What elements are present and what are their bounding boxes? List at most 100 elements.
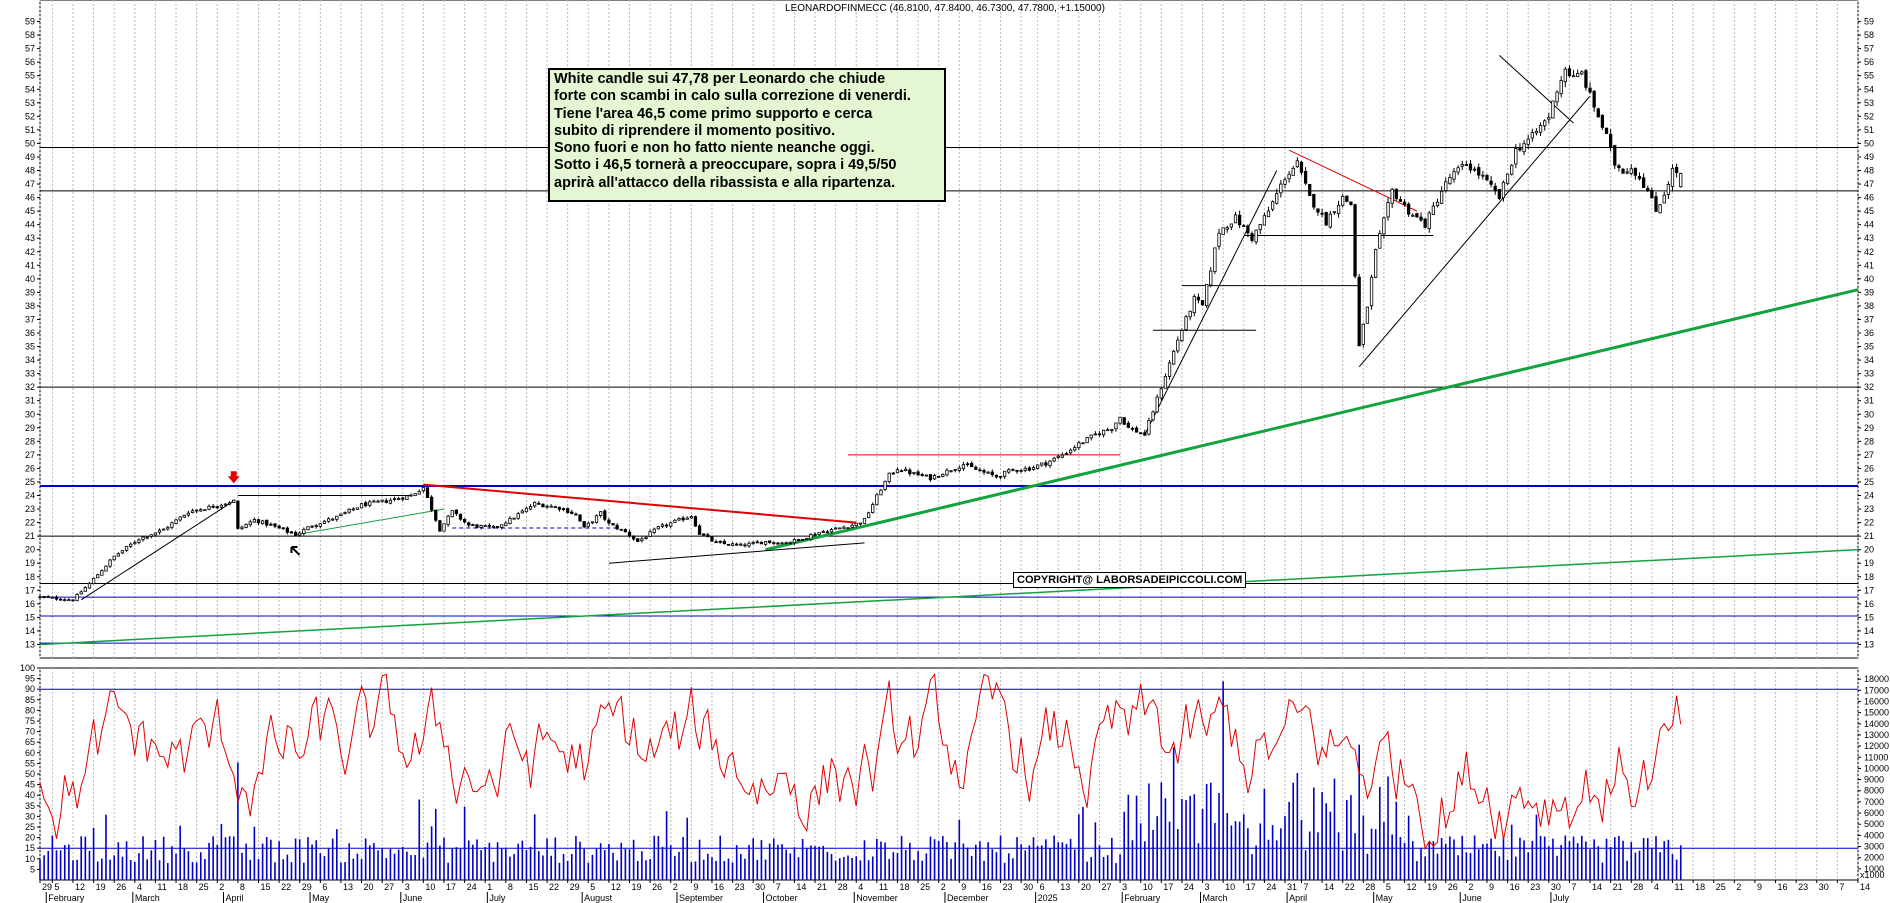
candle-body — [129, 543, 133, 547]
candle-body — [331, 518, 335, 521]
oscillator-tick-label: 15 — [25, 843, 35, 853]
x-tick-label: 7 — [1839, 882, 1844, 892]
y-tick-label-left: 39 — [25, 287, 35, 297]
candle-body — [1452, 171, 1456, 180]
candle-body — [1365, 306, 1370, 324]
candle-body — [821, 531, 825, 533]
candle-body — [879, 489, 883, 496]
y-tick-label-left: 47 — [25, 179, 35, 189]
y-tick-label-right: 40 — [1864, 274, 1874, 284]
volume-tick-label: 5000 — [1864, 819, 1884, 829]
candle-body — [586, 522, 590, 527]
candle-body — [149, 534, 153, 537]
y-tick-label-right: 34 — [1864, 355, 1874, 365]
candle-body — [945, 469, 949, 476]
x-tick-label: 24 — [1184, 882, 1194, 892]
candle-body — [1019, 469, 1023, 472]
candle-body — [697, 525, 702, 535]
candle-body — [751, 541, 755, 544]
candle-body — [528, 506, 533, 510]
y-tick-label-left: 16 — [25, 599, 35, 609]
candle-body — [648, 531, 652, 537]
candle-body — [339, 513, 343, 517]
candle-body — [1114, 422, 1118, 430]
candle-body — [1258, 224, 1262, 230]
candle-body — [1213, 247, 1217, 272]
candle-body — [54, 596, 59, 600]
x-month-label: September — [679, 893, 723, 903]
candle-body — [1625, 171, 1629, 174]
y-tick-label-left: 22 — [25, 518, 35, 528]
candle-body — [1419, 216, 1423, 221]
candle-body — [310, 525, 314, 528]
candle-body — [1262, 215, 1267, 226]
x-tick-label: 13 — [1060, 882, 1070, 892]
candle-body — [71, 599, 75, 602]
candle-body — [1221, 227, 1225, 236]
candle-body — [660, 524, 665, 527]
oscillator-tick-label: 30 — [25, 811, 35, 821]
y-tick-label-left: 26 — [25, 463, 35, 473]
y-tick-label-right: 24 — [1864, 491, 1874, 501]
candle-body — [429, 496, 434, 511]
candle-body — [858, 522, 863, 525]
y-tick-label-right: 19 — [1864, 558, 1874, 568]
x-tick-label: 22 — [1345, 882, 1355, 892]
x-tick-label: 31 — [1287, 882, 1297, 892]
x-tick-label: 14 — [1592, 882, 1602, 892]
candle-body — [351, 508, 355, 511]
x-month-label: June — [1462, 893, 1482, 903]
candle-body — [714, 541, 718, 544]
candle-body — [1369, 276, 1374, 307]
oscillator-tick-label: 100 — [20, 663, 35, 673]
x-tick-label: 30 — [755, 882, 765, 892]
x-tick-label: 20 — [1081, 882, 1091, 892]
candle-body — [1056, 455, 1060, 459]
x-tick-label: 22 — [549, 882, 559, 892]
candle-body — [978, 469, 982, 472]
y-tick-label-right: 31 — [1864, 396, 1874, 406]
volume-tick-label: 8000 — [1864, 786, 1884, 796]
candle-body — [145, 536, 149, 539]
candle-body — [1134, 427, 1139, 433]
x-tick-label: 14 — [1860, 882, 1870, 892]
y-tick-label-right: 51 — [1864, 125, 1874, 135]
candle-body — [1349, 201, 1353, 205]
x-tick-label: 14 — [796, 882, 806, 892]
candle-body — [1192, 296, 1196, 314]
candle-body — [182, 514, 186, 518]
candle-body — [1411, 214, 1415, 217]
candle-body — [467, 522, 471, 526]
candle-body — [1378, 233, 1382, 249]
candle-body — [1439, 190, 1444, 204]
candle-body — [343, 512, 347, 514]
x-tick-label: 2 — [673, 882, 678, 892]
candle-body — [207, 505, 211, 510]
x-tick-label: 26 — [652, 882, 662, 892]
y-tick-label-left: 20 — [25, 545, 35, 555]
candle-body — [1163, 376, 1168, 389]
volume-tick-label: 16000 — [1864, 696, 1889, 706]
candle-body — [1650, 189, 1654, 199]
candle-body — [1423, 218, 1427, 228]
candle-body — [582, 521, 586, 528]
candle-body — [1341, 195, 1345, 206]
candle-body — [153, 532, 158, 536]
candle-body — [248, 521, 252, 526]
x-tick-label: 18 — [1695, 882, 1705, 892]
candle-body — [281, 527, 285, 530]
oscillator-tick-label: 45 — [25, 780, 35, 790]
candle-body — [1237, 214, 1242, 226]
candle-body — [265, 519, 269, 526]
x-month-label: July — [489, 893, 506, 903]
annotation-line: forte con scambi in calo sulla correzion… — [554, 88, 911, 105]
candle-body — [780, 542, 784, 545]
x-tick-label: 24 — [467, 882, 477, 892]
y-tick-label-left: 17 — [25, 585, 35, 595]
x-tick-label: 16 — [1778, 882, 1788, 892]
candle-body — [941, 474, 945, 477]
candle-body — [1068, 449, 1073, 454]
candle-body — [673, 519, 677, 523]
candle-body — [380, 499, 384, 502]
candle-body — [640, 538, 644, 542]
